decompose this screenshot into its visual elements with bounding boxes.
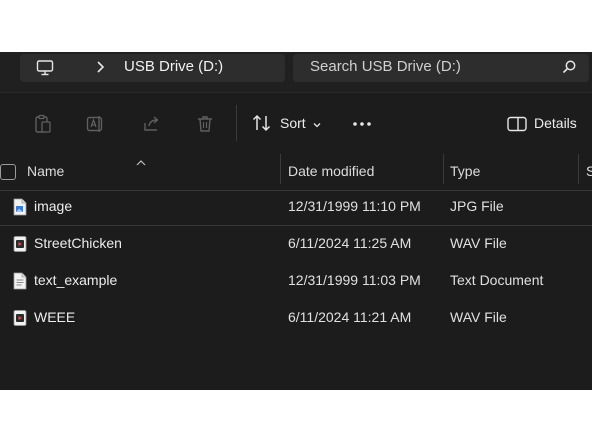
column-divider[interactable] [280,154,281,184]
file-row-weee[interactable]: WEEE 6/11/2024 11:21 AM WAV File [0,300,592,336]
text-file-icon [13,272,27,295]
delete-icon[interactable] [195,114,215,139]
share-icon[interactable] [142,114,162,139]
file-date-modified: 12/31/1999 11:03 PM [288,272,421,288]
this-pc-icon[interactable] [36,59,54,82]
toolbar-separator [236,105,237,141]
file-date-modified: 12/31/1999 11:10 PM [288,198,421,214]
search-box[interactable]: Search USB Drive (D:) [293,54,589,82]
file-name: WEEE [34,309,76,325]
more-options-icon[interactable] [351,113,373,140]
file-row-text-example[interactable]: text_example 12/31/1999 11:03 PM Text Do… [0,263,592,299]
file-name: image [34,198,73,214]
select-all-checkbox[interactable] [0,164,16,180]
column-divider[interactable] [578,154,579,184]
breadcrumb-usb-drive[interactable]: USB Drive (D:) [124,58,223,75]
column-header-date-modified[interactable]: Date modified [288,163,374,179]
details-label: Details [534,115,577,131]
search-input[interactable]: Search USB Drive (D:) [310,58,461,75]
file-date-modified: 6/11/2024 11:21 AM [288,309,412,325]
column-divider[interactable] [443,154,444,184]
file-name: StreetChicken [34,235,122,251]
paste-icon[interactable] [33,114,53,139]
search-icon[interactable] [561,59,577,80]
file-explorer-window: USB Drive (D:) Search USB Drive (D:) Sor… [0,52,592,390]
file-date-modified: 6/11/2024 11:25 AM [288,235,412,251]
column-header-type[interactable]: Type [450,163,480,179]
file-type: JPG File [450,198,504,214]
chevron-right-icon[interactable] [94,59,106,80]
image-file-icon [13,198,27,221]
audio-file-icon [13,309,27,332]
breadcrumb[interactable]: USB Drive (D:) [20,54,285,82]
column-header-name[interactable]: Name [27,163,64,179]
column-header-row: Name Date modified Type S [0,154,592,191]
file-type: WAV File [450,235,507,251]
sort-label: Sort [280,115,306,131]
details-pane-icon [506,113,528,140]
sort-arrows-icon [251,112,273,139]
file-name: text_example [34,272,118,288]
sort-indicator-icon [135,154,147,172]
audio-file-icon [13,235,27,258]
column-header-size[interactable]: S [586,163,592,179]
file-type: Text Document [450,272,544,288]
file-row-image[interactable]: image 12/31/1999 11:10 PM JPG File [0,189,592,226]
file-row-streetchicken[interactable]: StreetChicken 6/11/2024 11:25 AM WAV Fil… [0,226,592,262]
command-bar: Sort Details [0,92,592,155]
address-bar-area: USB Drive (D:) Search USB Drive (D:) [0,52,592,92]
chevron-down-icon [312,117,322,135]
rename-icon[interactable] [86,114,106,139]
file-type: WAV File [450,309,507,325]
